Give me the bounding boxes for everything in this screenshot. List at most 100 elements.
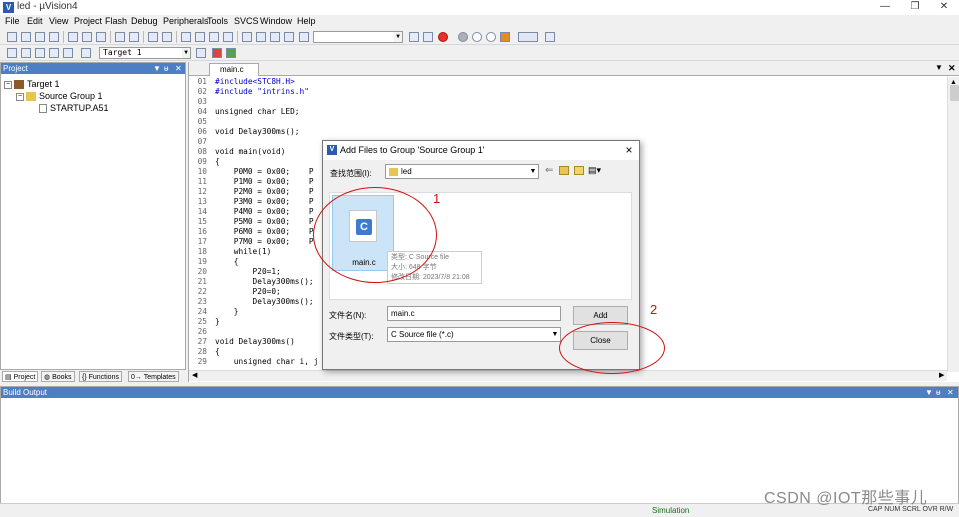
code-line[interactable]: 14 P4M0 = 0x00; P <box>189 207 314 217</box>
tab-main-c[interactable]: main.c <box>209 63 259 76</box>
target-options-icon[interactable] <box>196 48 206 58</box>
panel-pin-icon[interactable]: ᵾ <box>164 63 168 74</box>
window-close-button[interactable]: ✕ <box>929 0 959 15</box>
panel-pin-icon[interactable]: ᵾ <box>936 387 940 398</box>
code-line[interactable]: 22 P20=0; <box>189 287 281 297</box>
breakpoint-disable-icon[interactable] <box>472 32 482 42</box>
menu-peripherals[interactable]: Peripherals <box>163 16 209 26</box>
view-menu-icon[interactable]: ▤▾ <box>588 165 601 176</box>
file-extensions-icon[interactable] <box>212 48 222 58</box>
settings-tool-icon[interactable] <box>500 32 510 42</box>
dialog-close-icon[interactable]: × <box>621 143 637 158</box>
code-line[interactable]: 27 void Delay300ms() <box>189 337 295 347</box>
code-line[interactable]: 25} <box>189 317 220 327</box>
code-line[interactable]: 24 } <box>189 307 239 317</box>
comment-icon[interactable] <box>270 32 280 42</box>
paste-icon[interactable] <box>96 32 106 42</box>
code-line[interactable]: 03 <box>189 97 215 107</box>
code-line[interactable]: 15 P5M0 = 0x00; P <box>189 217 314 227</box>
indent-icon[interactable] <box>242 32 252 42</box>
breakpoint-kill-icon[interactable] <box>486 32 496 42</box>
panel-close-icon[interactable]: ✕ <box>175 63 182 74</box>
horizontal-scrollbar[interactable]: ◀ ▶ <box>189 370 947 381</box>
rebuild-icon[interactable] <box>35 48 45 58</box>
menu-project[interactable]: Project <box>74 16 102 26</box>
collapse-icon[interactable]: − <box>16 92 24 101</box>
maximize-button[interactable]: ❐ <box>900 0 930 15</box>
incremental-find-icon[interactable] <box>423 32 433 42</box>
find-combo[interactable]: ▼ <box>313 31 403 43</box>
code-line[interactable]: 12 P2M0 = 0x00; P <box>189 187 314 197</box>
code-line[interactable]: 06 void Delay300ms(); <box>189 127 300 137</box>
save-icon[interactable] <box>35 32 45 42</box>
window-layout-icon[interactable] <box>518 32 538 42</box>
tab-templates[interactable]: 0→ Templates <box>128 371 179 382</box>
bookmark-icon[interactable] <box>181 32 191 42</box>
code-line[interactable]: 21 Delay300ms(); <box>189 277 314 287</box>
code-line[interactable]: 19 { <box>189 257 239 267</box>
find-icon[interactable] <box>409 32 419 42</box>
tree-file-startup[interactable]: STARTUP.A51 <box>39 102 109 115</box>
code-line[interactable]: 05 <box>189 117 215 127</box>
breakpoint-icon[interactable] <box>458 32 468 42</box>
code-line[interactable]: 09 { <box>189 157 220 167</box>
new-folder-icon[interactable] <box>574 166 584 175</box>
menu-flash[interactable]: Flash <box>105 16 127 26</box>
debug-session-icon[interactable] <box>438 32 448 42</box>
uncomment-icon[interactable] <box>284 32 294 42</box>
menu-debug[interactable]: Debug <box>131 16 158 26</box>
copy-icon[interactable] <box>82 32 92 42</box>
bookmark-prev-icon[interactable] <box>195 32 205 42</box>
menu-tools[interactable]: Tools <box>207 16 228 26</box>
filetype-select[interactable]: C Source file (*.c) ▼ <box>387 327 561 342</box>
up-folder-icon[interactable] <box>559 166 569 175</box>
code-line[interactable]: 17 P7M0 = 0x00; P <box>189 237 314 247</box>
vertical-scrollbar[interactable]: ▲ <box>947 77 959 372</box>
tab-books[interactable]: ◍ Books <box>41 371 75 382</box>
tab-functions[interactable]: {} Functions <box>79 371 122 382</box>
panel-close-icon[interactable]: ✕ <box>947 387 954 398</box>
code-line[interactable]: 28 { <box>189 347 220 357</box>
target-select[interactable]: Target 1 ▼ <box>99 47 191 59</box>
build-icon[interactable] <box>21 48 31 58</box>
code-line[interactable]: 20 P20=1; <box>189 267 281 277</box>
new-file-icon[interactable] <box>7 32 17 42</box>
menu-edit[interactable]: Edit <box>27 16 43 26</box>
batch-build-icon[interactable] <box>49 48 59 58</box>
code-line[interactable]: 04 unsigned char LED; <box>189 107 300 117</box>
code-line[interactable]: 07 <box>189 137 215 147</box>
bookmark-clear-icon[interactable] <box>223 32 233 42</box>
code-line[interactable]: 18 while(1) <box>189 247 272 257</box>
tab-project[interactable]: ▤ Project <box>2 371 39 382</box>
code-line[interactable]: 10 P0M0 = 0x00; P <box>189 167 314 177</box>
back-arrow-icon[interactable]: ⇐ <box>545 165 553 176</box>
save-all-icon[interactable] <box>49 32 59 42</box>
cut-icon[interactable] <box>68 32 78 42</box>
code-line[interactable]: 29 unsigned char i, j <box>189 357 319 367</box>
code-line[interactable]: 13 P3M0 = 0x00; P <box>189 197 314 207</box>
code-line[interactable]: 23 Delay300ms(); <box>189 297 314 307</box>
redo-icon[interactable] <box>129 32 139 42</box>
nav-forward-icon[interactable] <box>162 32 172 42</box>
filename-input[interactable]: main.c <box>387 306 561 321</box>
code-line[interactable]: 08 void main(void) <box>189 147 286 157</box>
nav-back-icon[interactable] <box>148 32 158 42</box>
editor-tab-menu-icon[interactable]: ▼ <box>935 63 943 72</box>
bookmark-next-icon[interactable] <box>209 32 219 42</box>
code-line[interactable]: 11 P1M0 = 0x00; P <box>189 177 314 187</box>
minimize-button[interactable]: — <box>870 0 900 15</box>
configure-icon[interactable] <box>545 32 555 42</box>
lookin-select[interactable]: led ▼ <box>385 164 539 179</box>
menu-file[interactable]: File <box>5 16 20 26</box>
open-file-icon[interactable] <box>21 32 31 42</box>
download-icon[interactable] <box>81 48 91 58</box>
menu-view[interactable]: View <box>49 16 68 26</box>
menu-window[interactable]: Window <box>260 16 292 26</box>
stop-build-icon[interactable] <box>63 48 73 58</box>
translate-icon[interactable] <box>7 48 17 58</box>
code-line[interactable]: 02 #include "intrins.h" <box>189 87 309 97</box>
panel-menu-icon[interactable]: ▼ <box>925 387 933 398</box>
unindent-icon[interactable] <box>256 32 266 42</box>
menu-help[interactable]: Help <box>297 16 316 26</box>
undo-icon[interactable] <box>115 32 125 42</box>
